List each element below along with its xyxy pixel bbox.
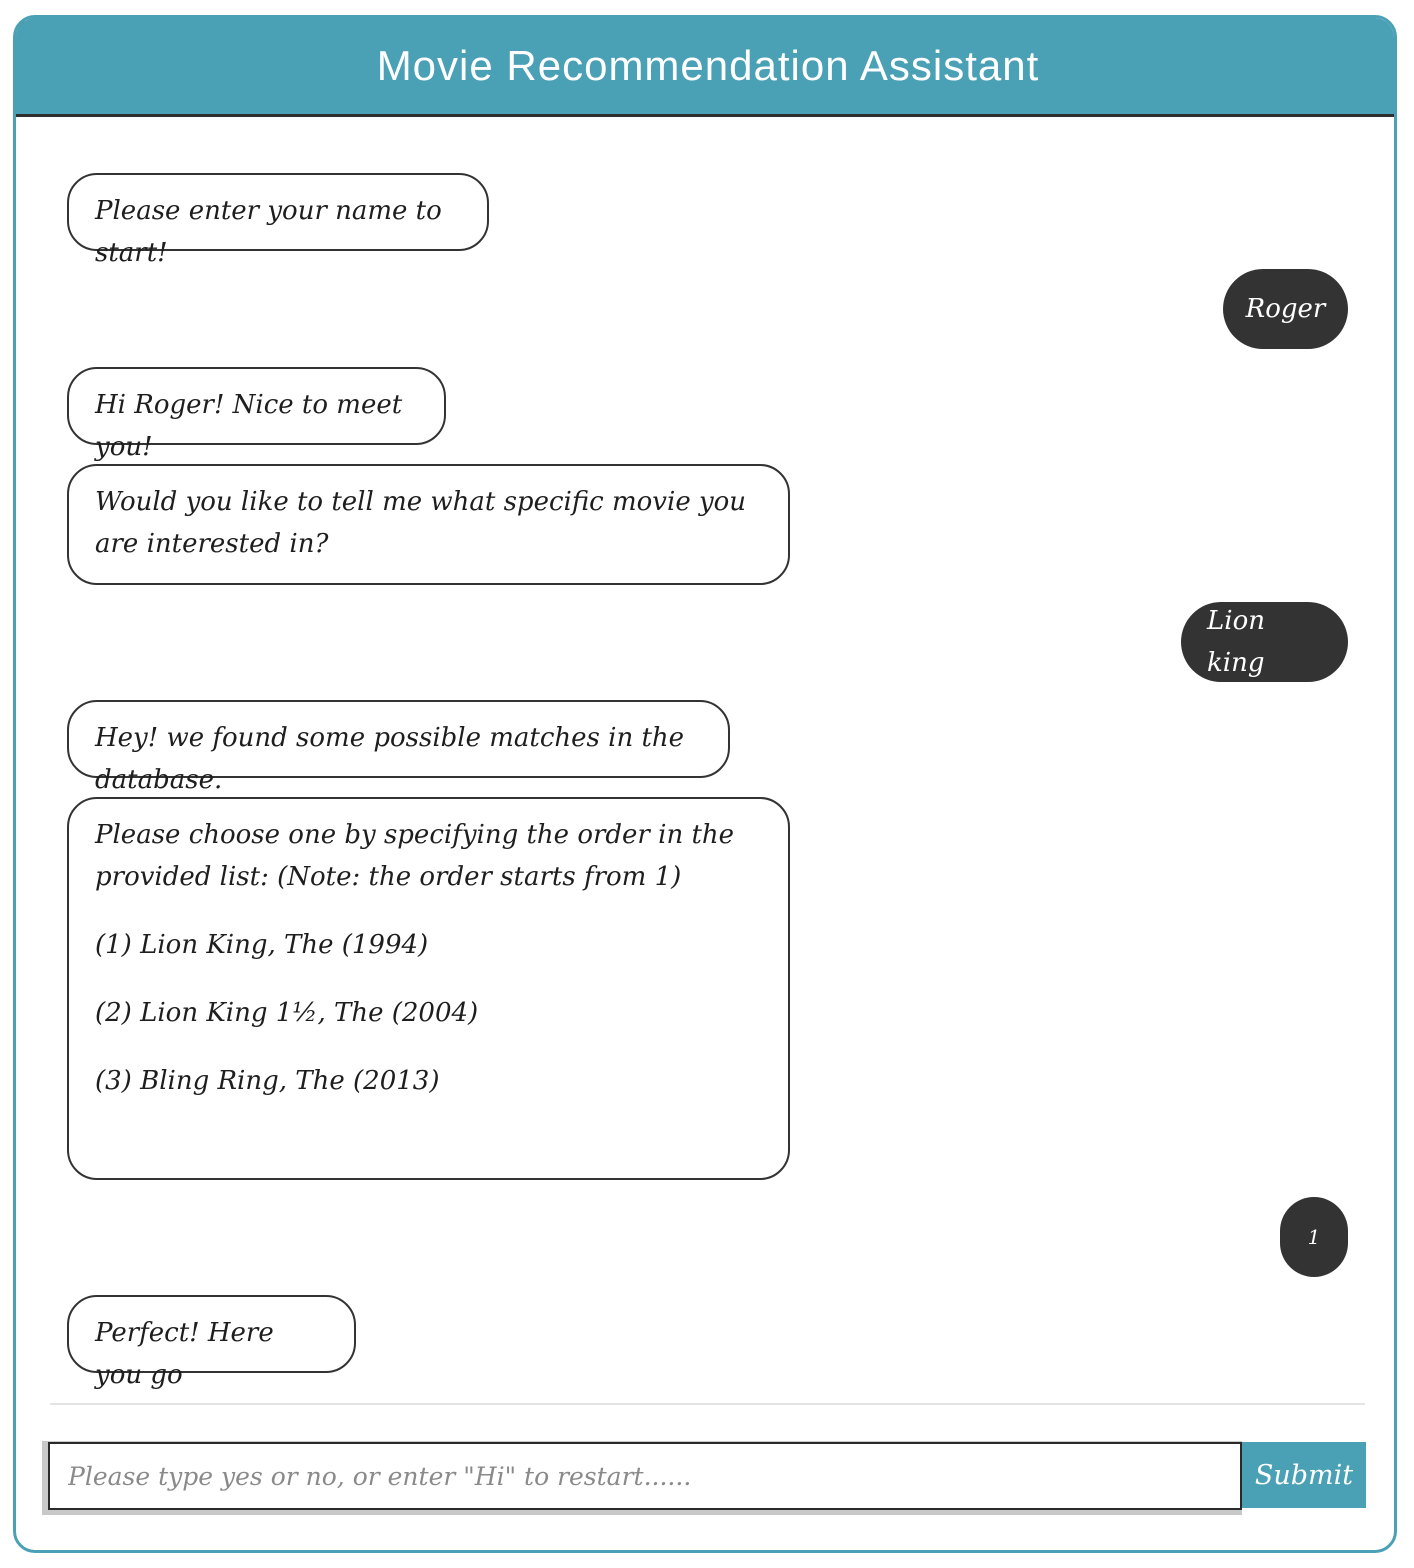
message-text: Hey! we found some possible matches in t… xyxy=(95,723,685,795)
bot-message-options: Please choose one by specifying the orde… xyxy=(67,797,790,1180)
message-text: Please enter your name to start! xyxy=(95,196,442,268)
message-text: Lion king xyxy=(1207,606,1265,678)
message-text: Roger xyxy=(1245,294,1326,324)
composer: Submit xyxy=(48,1442,1366,1512)
chat-window: Movie Recommendation Assistant Please en… xyxy=(13,15,1397,1553)
option-item: (3) Bling Ring, The (2013) xyxy=(95,1066,440,1096)
user-message: 1 xyxy=(1280,1197,1348,1277)
app-header: Movie Recommendation Assistant xyxy=(16,18,1394,117)
message-text: Please choose one by specifying the orde… xyxy=(95,820,735,892)
bot-message: Please enter your name to start! xyxy=(67,173,489,268)
user-message: Roger xyxy=(1223,269,1348,349)
message-text: 1 xyxy=(1307,1225,1321,1249)
message-text: Would you like to tell me what specific … xyxy=(95,487,747,559)
divider xyxy=(50,1403,1365,1405)
message-text: Hi Roger! Nice to meet you! xyxy=(95,390,403,462)
option-item: (2) Lion King 1½, The (2004) xyxy=(95,998,479,1028)
message-text: Perfect! Here you go xyxy=(95,1318,274,1390)
submit-button[interactable]: Submit xyxy=(1242,1442,1366,1508)
bot-message: Hey! we found some possible matches in t… xyxy=(67,700,730,795)
user-message: Lion king xyxy=(1181,602,1348,682)
bot-message: Hi Roger! Nice to meet you! xyxy=(67,367,446,462)
bot-message: Perfect! Here you go xyxy=(67,1295,356,1390)
bot-message: Would you like to tell me what specific … xyxy=(67,464,790,585)
page-title: Movie Recommendation Assistant xyxy=(376,42,1040,89)
message-input[interactable] xyxy=(48,1442,1242,1510)
option-item: (1) Lion King, The (1994) xyxy=(95,930,429,960)
